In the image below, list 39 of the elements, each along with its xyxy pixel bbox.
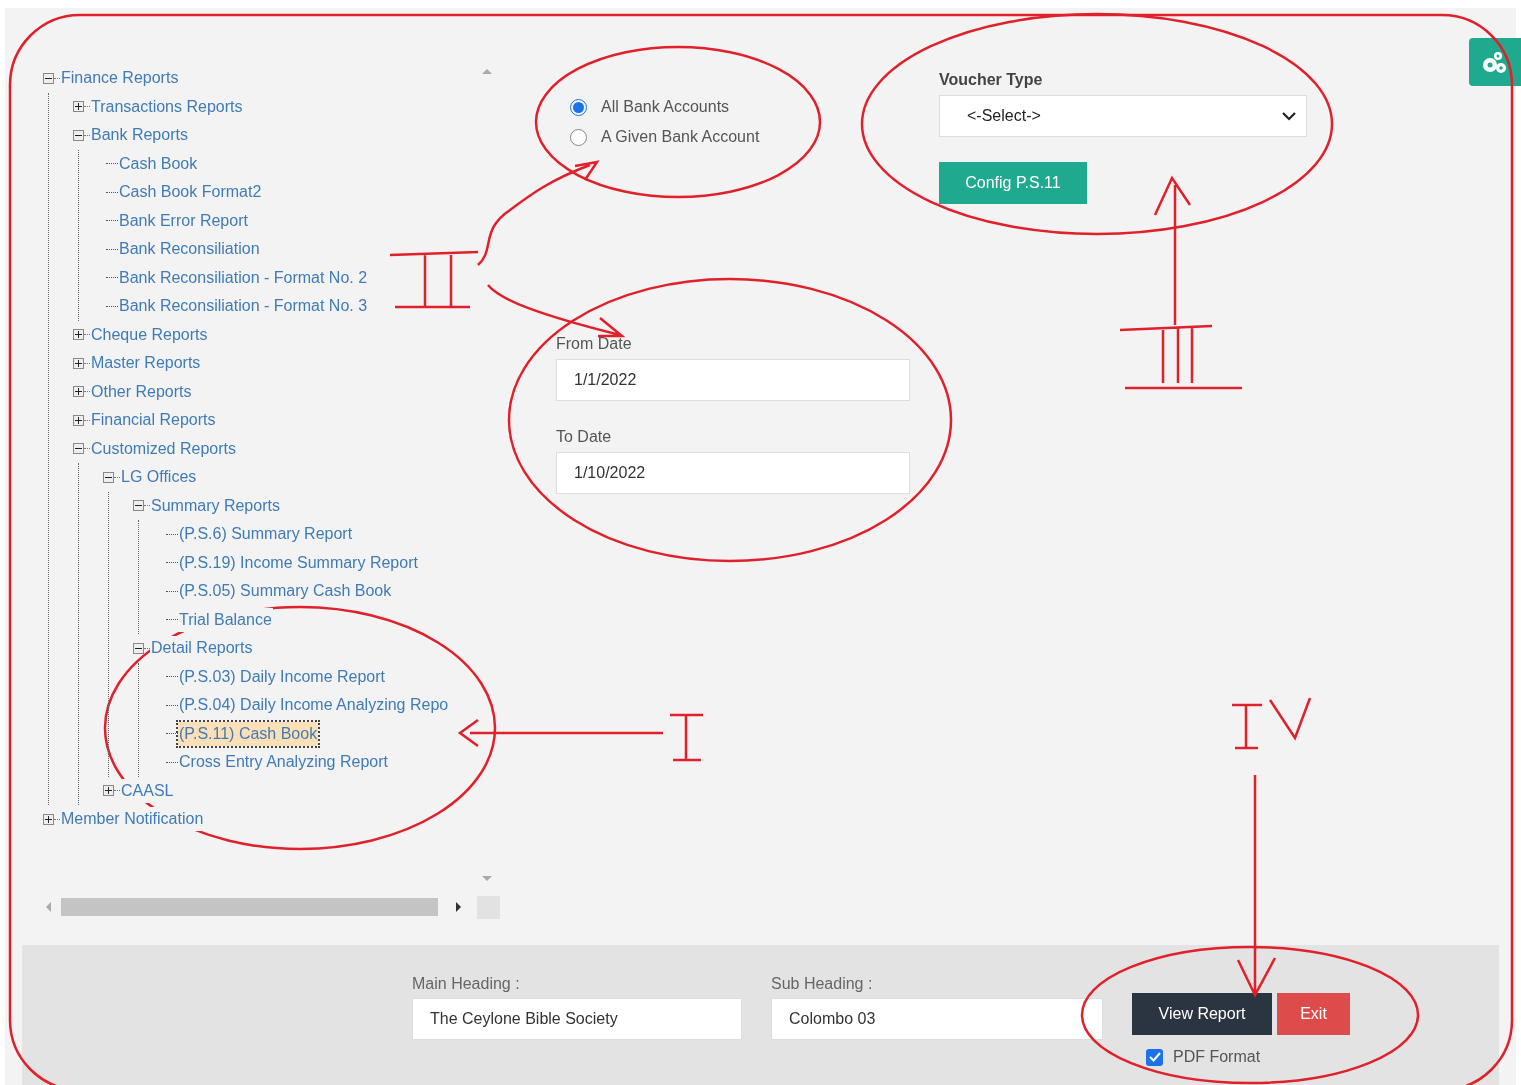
config-button[interactable]: Config P.S.11	[939, 162, 1087, 204]
collapse-icon[interactable]	[73, 129, 84, 141]
numeral-drawing	[668, 713, 705, 762]
expand-icon[interactable]	[73, 386, 84, 398]
input-field[interactable]: 1/1/2022	[556, 359, 910, 401]
input-field[interactable]: 1/10/2022	[556, 452, 910, 494]
expand-icon[interactable]	[73, 357, 84, 369]
field-label: Sub Heading :	[771, 974, 874, 994]
expand-icon[interactable]	[103, 785, 114, 797]
collapse-icon[interactable]	[43, 72, 54, 84]
field-label: Main Heading :	[412, 974, 521, 994]
chevron-down-icon	[1282, 111, 1296, 121]
checkbox-label: PDF Format	[1173, 1047, 1261, 1067]
expand-icon[interactable]	[73, 414, 84, 426]
tree-item[interactable]: Member Notification	[60, 807, 205, 832]
collapse-icon[interactable]	[103, 471, 114, 483]
view-report-button[interactable]: View Report	[1132, 993, 1272, 1035]
field-label: From Date	[556, 334, 633, 354]
tree-item[interactable]: Trial Balance	[178, 607, 273, 632]
collapse-icon[interactable]	[133, 500, 144, 512]
expand-icon[interactable]	[43, 813, 54, 825]
radio-label: All Bank Accounts	[601, 97, 730, 117]
exit-button[interactable]: Exit	[1277, 993, 1350, 1035]
input-field[interactable]: The Ceylone Bible Society	[412, 998, 742, 1040]
checkbox[interactable]	[1146, 1048, 1163, 1066]
scrollbar-thumb[interactable]	[61, 898, 439, 916]
input-field[interactable]: Colombo 03	[771, 998, 1103, 1040]
field-label: Voucher Type	[939, 70, 1044, 90]
voucher-type-dropdown[interactable]: <-Select->	[939, 95, 1307, 137]
expand-icon[interactable]	[73, 329, 84, 341]
tree-item[interactable]: CAASL	[120, 778, 175, 803]
tree-item[interactable]: (P.S.11) Cash Book	[178, 721, 319, 746]
field-label: To Date	[556, 427, 613, 447]
radio-label: A Given Bank Account	[601, 127, 760, 147]
expand-icon[interactable]	[73, 101, 84, 113]
collapse-icon[interactable]	[73, 443, 84, 455]
settings-button[interactable]	[1469, 38, 1521, 86]
collapse-icon[interactable]	[133, 642, 144, 654]
scroll-right-icon[interactable]	[456, 902, 462, 912]
